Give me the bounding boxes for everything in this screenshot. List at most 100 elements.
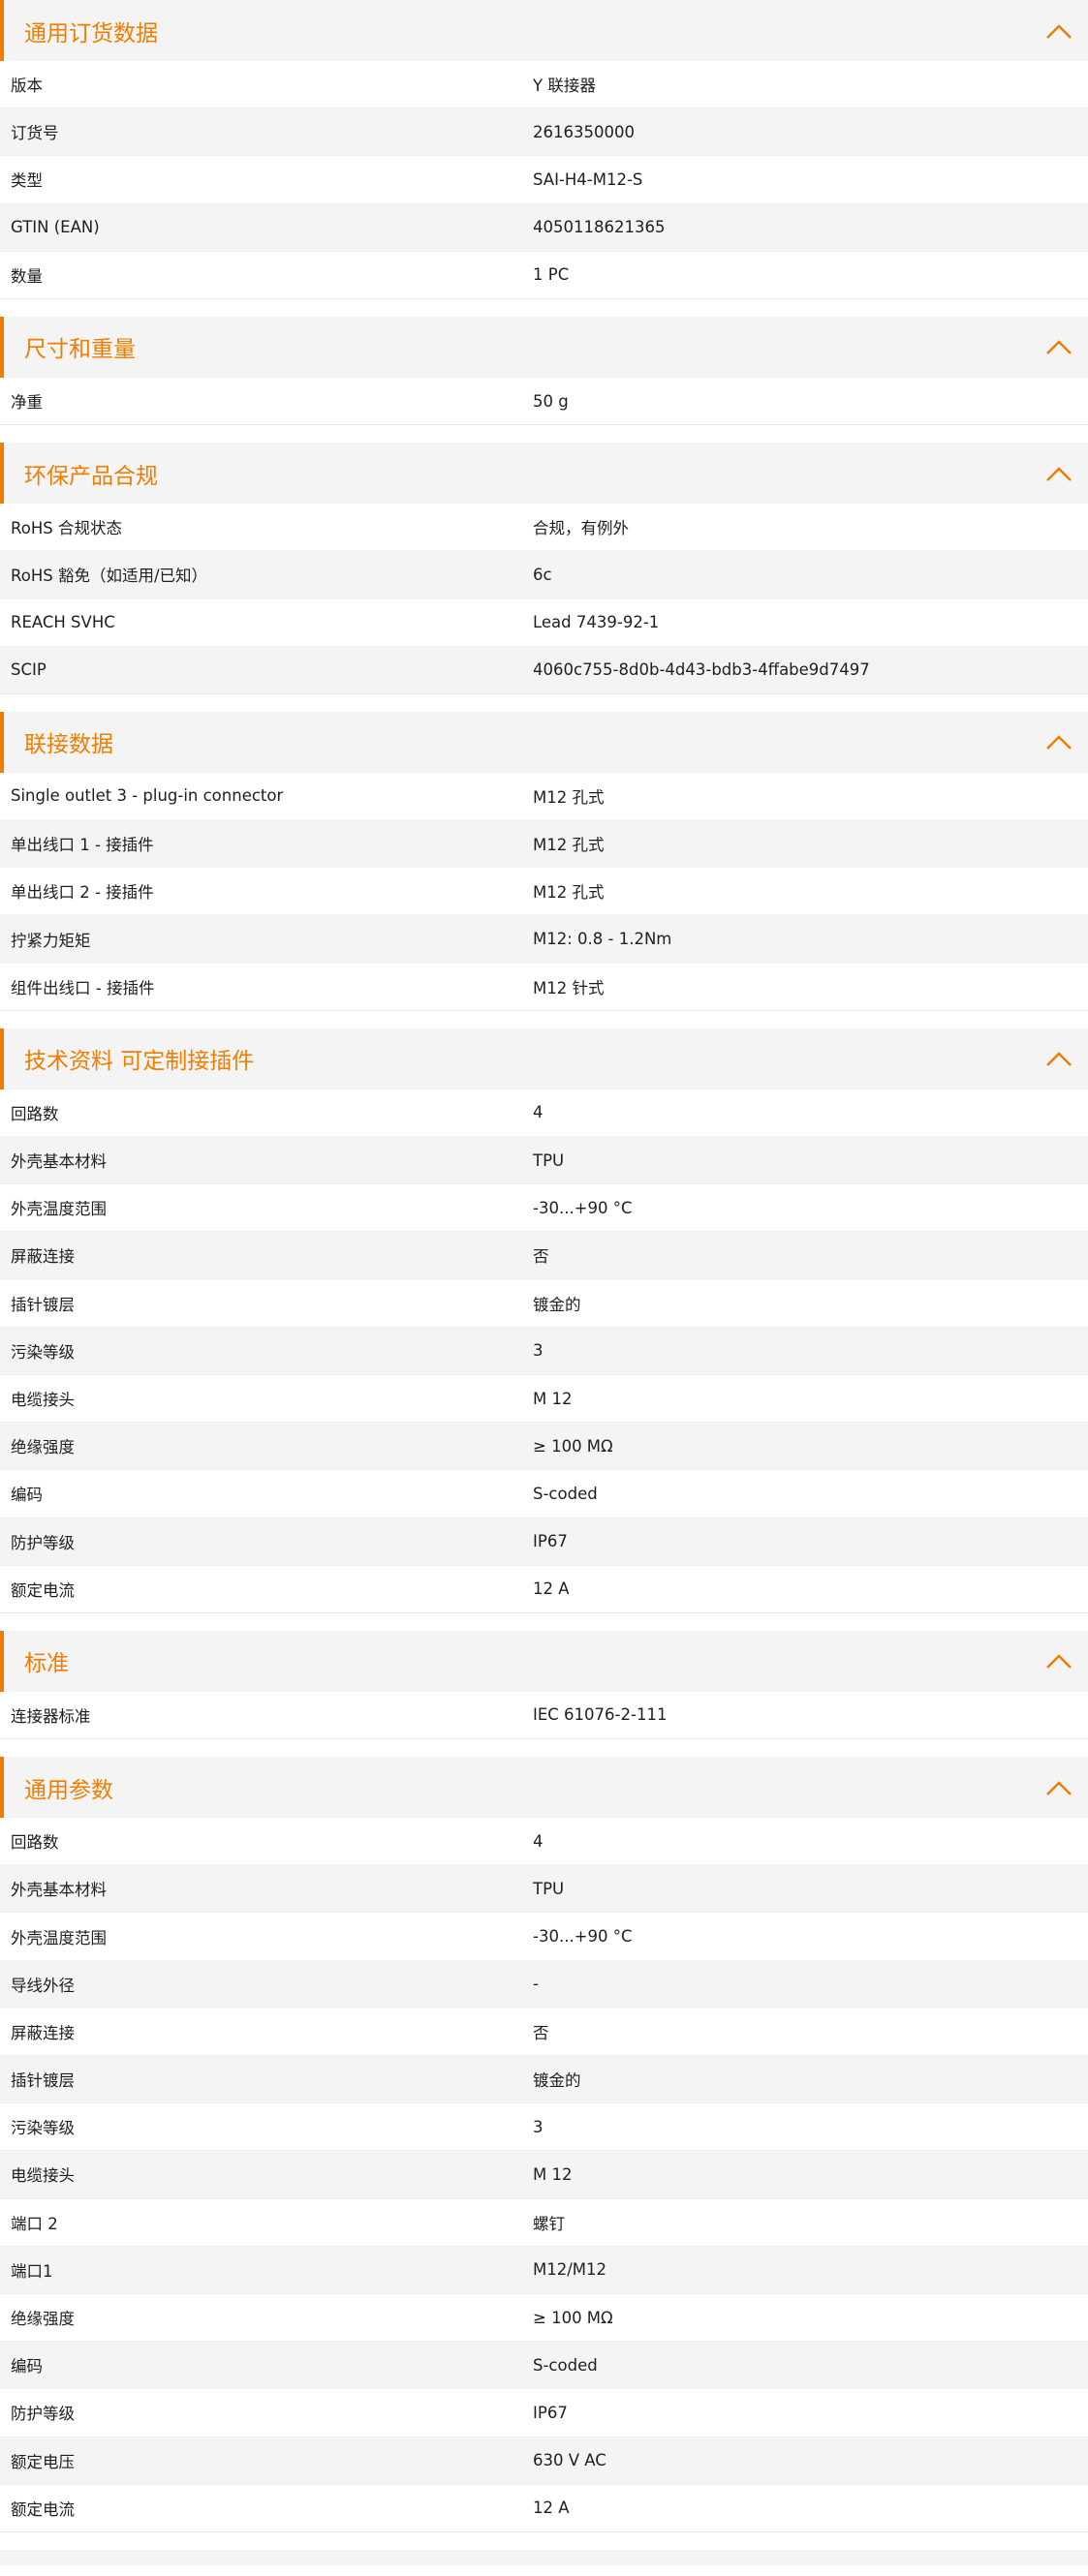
- spec-row: 组件出线口 - 接插件 M12 针式: [0, 964, 1088, 1011]
- spec-label: RoHS 合规状态: [11, 519, 122, 538]
- spec-row: 外壳基本材料 TPU: [0, 1137, 1088, 1185]
- section-header[interactable]: 联接数据: [0, 711, 1088, 773]
- spec-label: 导线外径: [11, 1976, 75, 1995]
- section-title: 环保产品合规: [24, 463, 158, 489]
- chevron-up-icon[interactable]: [1030, 1631, 1088, 1692]
- spec-label: RoHS 豁免（如适用/已知）: [11, 567, 208, 586]
- spec-label: 防护等级: [11, 2405, 75, 2424]
- section-rows: 版本 Y 联接器订货号 2616350000 类型 SAI-H4-M12-S GTIN (…: [0, 61, 1088, 299]
- spec-value: 4050118621365: [533, 218, 666, 237]
- spec-label: 回路数: [11, 1104, 59, 1123]
- spec-value: 50 g: [533, 391, 569, 411]
- chevron-up-icon[interactable]: [1030, 0, 1088, 61]
- spec-label: 外壳温度范围: [11, 1200, 107, 1219]
- spec-row: RoHS 豁免（如适用/已知） 6c: [0, 551, 1088, 599]
- chevron-up-icon[interactable]: [1030, 317, 1088, 378]
- spec-value: M12 孔式: [533, 883, 605, 903]
- spec-value: 12 A: [533, 2499, 570, 2518]
- section-header[interactable]: 尺寸和重量: [0, 316, 1088, 378]
- spec-value: M12 孔式: [533, 787, 605, 807]
- spec-row: 数量 1 PC: [0, 252, 1088, 299]
- section-header[interactable]: 标准: [0, 1630, 1088, 1692]
- spec-label: 额定电压: [11, 2452, 75, 2471]
- spec-value: M12/M12: [533, 2260, 607, 2280]
- section-header[interactable]: 通用参数: [0, 1757, 1088, 1819]
- section-header[interactable]: 通用订货数据: [0, 0, 1088, 61]
- spec-row: 绝缘强度 ≥ 100 MΩ: [0, 1423, 1088, 1471]
- spec-label: 防护等级: [11, 1533, 75, 1552]
- spec-row: 屏蔽连接 否: [0, 1232, 1088, 1280]
- spec-label: 端口1: [11, 2261, 53, 2281]
- spec-value: 1 PC: [533, 265, 570, 285]
- spec-value: S-coded: [533, 1484, 598, 1503]
- spec-row: 拧紧力矩矩 M12: 0.8 - 1.2Nm: [0, 915, 1088, 964]
- spec-label: 污染等级: [11, 2119, 75, 2138]
- spec-value: SAI-H4-M12-S: [533, 169, 643, 189]
- spec-row: 额定电压 630 V AC: [0, 2437, 1088, 2485]
- spec-value: 否: [533, 2023, 549, 2042]
- spec-label: SCIP: [11, 660, 47, 680]
- spec-row: 污染等级 3: [0, 1327, 1088, 1375]
- spec-label: 单出线口 1 - 接插件: [11, 836, 154, 855]
- section-rows: Single outlet 3 - plug-in connector M12 孔…: [0, 773, 1088, 1011]
- spec-value: 2616350000: [533, 122, 635, 141]
- spec-label: 绝缘强度: [11, 1438, 75, 1457]
- spec-label: 回路数: [11, 1833, 59, 1853]
- spec-section: 环保产品合规 RoHS 合规状态 合规，有例外 RoHS 豁免（如适用/已知） 6c RE…: [0, 443, 1088, 694]
- spec-value: 镀金的: [533, 1295, 581, 1314]
- spec-label: 净重: [11, 393, 43, 413]
- spec-section: 通用订货数据 版本 Y 联接器订货号 2616350000 类型 SAI-H4-M12-S…: [0, 0, 1088, 299]
- spec-label: 插针镀层: [11, 1295, 75, 1314]
- spec-value: -30...+90 °C: [533, 1198, 633, 1217]
- spec-value: M 12: [533, 2164, 573, 2184]
- spec-row: 回路数 4: [0, 1089, 1088, 1137]
- spec-label: 绝缘强度: [11, 2310, 75, 2329]
- spec-row: 额定电流 12 A: [0, 1566, 1088, 1613]
- spec-row: 防护等级 IP67: [0, 2389, 1088, 2438]
- spec-value: ≥ 100 MΩ: [533, 1436, 613, 1456]
- chevron-up-icon[interactable]: [1030, 1757, 1088, 1818]
- spec-value: M12: 0.8 - 1.2Nm: [533, 930, 672, 949]
- spec-label: 外壳温度范围: [11, 1928, 107, 1947]
- spec-row: GTIN (EAN) 4050118621365: [0, 203, 1088, 252]
- spec-label: Single outlet 3 - plug-in connector: [11, 786, 284, 806]
- spec-value: M12 孔式: [533, 836, 605, 855]
- section-rows: 净重 50 g: [0, 378, 1088, 426]
- spec-label: 拧紧力矩矩: [11, 931, 91, 950]
- spec-value: TPU: [533, 1150, 565, 1170]
- spec-label: 额定电流: [11, 1580, 75, 1600]
- spec-row: 版本 Y 联接器: [0, 61, 1088, 109]
- chevron-up-icon[interactable]: [1030, 1028, 1088, 1089]
- spec-row: 编码 S-coded: [0, 1470, 1088, 1518]
- spec-row: 插针镀层 镀金的: [0, 2056, 1088, 2104]
- spec-value: 3: [533, 1341, 544, 1361]
- chevron-up-icon[interactable]: [1030, 443, 1088, 504]
- section-title: 联接数据: [24, 732, 113, 758]
- spec-section: 技术资料 可定制接插件回路数 4 外壳基本材料 TPU 外壳温度范围 -30...+90 …: [0, 1027, 1088, 1613]
- section-header[interactable]: 技术资料 可定制接插件: [0, 1027, 1088, 1089]
- spec-row: REACH SVHC Lead 7439-92-1: [0, 599, 1088, 647]
- section-title: 尺寸和重量: [24, 337, 136, 363]
- spec-value: Lead 7439-92-1: [533, 613, 660, 632]
- spec-value: IEC 61076-2-111: [533, 1705, 668, 1725]
- spec-label: 类型: [11, 171, 43, 191]
- spec-row: Single outlet 3 - plug-in connector M12 孔…: [0, 773, 1088, 821]
- chevron-up-icon[interactable]: [1030, 712, 1088, 773]
- spec-row: 导线外径 -: [0, 1960, 1088, 2009]
- spec-label: 外壳基本材料: [11, 1881, 107, 1900]
- section-rows: 连接器标准 IEC 61076-2-111: [0, 1692, 1088, 1740]
- section-header[interactable]: 环保产品合规: [0, 443, 1088, 505]
- spec-value: 4: [533, 1103, 544, 1122]
- spec-label: 编码: [11, 1486, 43, 1505]
- spec-value: S-coded: [533, 2355, 598, 2375]
- spec-label: 组件出线口 - 接插件: [11, 978, 155, 997]
- spec-section: 联接数据 Single outlet 3 - plug-in connector M…: [0, 711, 1088, 1011]
- spec-value: 12 A: [533, 1579, 570, 1599]
- spec-row: 电缆接头 M 12: [0, 1375, 1088, 1424]
- spec-label: 版本: [11, 77, 43, 96]
- spec-label: 订货号: [11, 124, 59, 143]
- spec-value: -: [533, 1975, 539, 1994]
- spec-section: 通用参数 回路数 4 外壳基本材料 TPU 外壳温度范围 -30...+90 °C 导线外径 -…: [0, 1757, 1088, 2532]
- spec-value: IP67: [533, 2403, 568, 2422]
- spec-value: 3: [533, 2117, 544, 2136]
